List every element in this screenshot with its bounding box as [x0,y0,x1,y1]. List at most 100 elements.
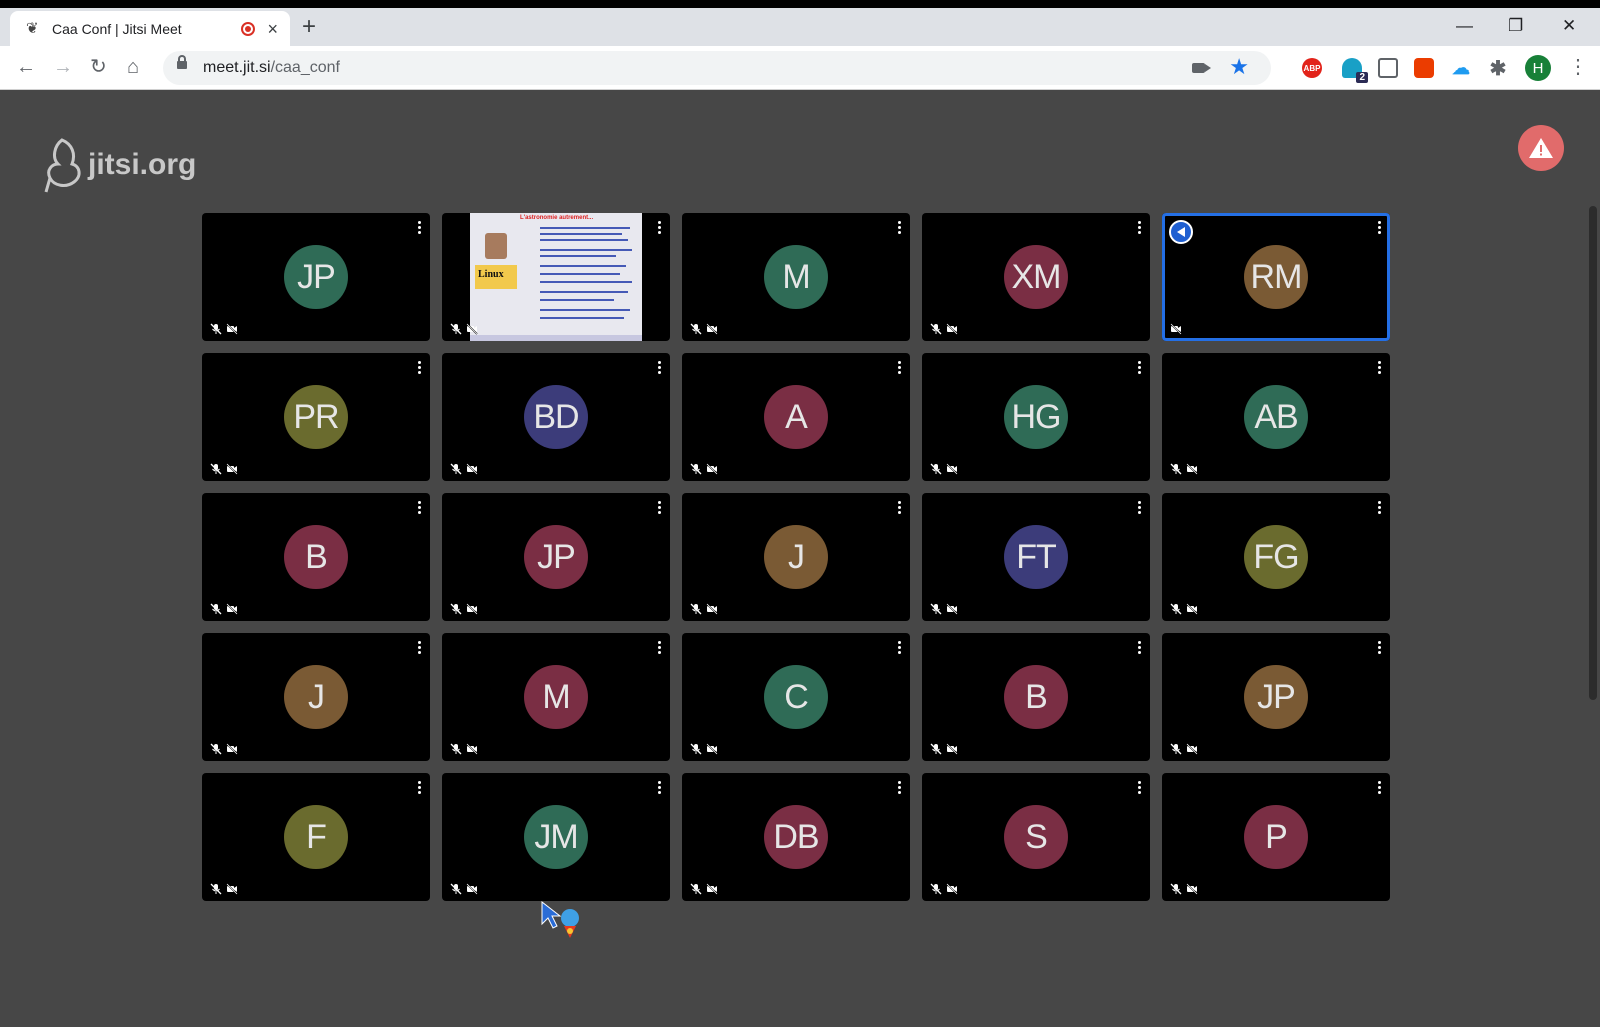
browser-toolbar: ← → ↻ ⌂ meet.jit.si/caa_conf ★ ABP 2 ☁ ✱… [0,46,1600,90]
back-icon[interactable]: ← [16,55,36,79]
more-options-icon[interactable] [418,221,422,235]
more-options-icon[interactable] [1378,501,1382,515]
participant-tile[interactable]: XM [922,213,1150,341]
camera-off-icon [226,463,238,475]
participant-avatar: PR [284,385,348,449]
participant-tile[interactable]: M [682,213,910,341]
mic-muted-icon [450,883,462,895]
more-options-icon[interactable] [898,361,902,375]
camera-permission-icon[interactable] [1192,63,1211,73]
participant-tile[interactable]: B [202,493,430,621]
camera-off-icon [946,883,958,895]
participant-tile[interactable]: HG [922,353,1150,481]
participant-tile[interactable]: JP [442,493,670,621]
participant-avatar: BD [524,385,588,449]
participant-tile[interactable]: AB [1162,353,1390,481]
more-options-icon[interactable] [1138,221,1142,235]
participant-tile[interactable]: S [922,773,1150,901]
more-options-icon[interactable] [418,361,422,375]
participant-tile[interactable]: C [682,633,910,761]
more-options-icon[interactable] [1138,641,1142,655]
more-options-icon[interactable] [1138,501,1142,515]
reload-icon[interactable]: ↻ [90,55,107,79]
participant-avatar: FG [1244,525,1308,589]
participant-tile[interactable]: PR [202,353,430,481]
participant-tile[interactable]: BD [442,353,670,481]
participant-avatar: S [1004,805,1068,869]
browser-menu-icon[interactable]: ⋮ [1568,56,1588,78]
participant-tile[interactable]: F [202,773,430,901]
participant-tile[interactable]: A [682,353,910,481]
participant-avatar: HG [1004,385,1068,449]
more-options-icon[interactable] [898,221,902,235]
more-options-icon[interactable] [1138,781,1142,795]
new-tab-button[interactable]: + [302,15,316,39]
mic-muted-icon [450,743,462,755]
participant-tile[interactable]: M [442,633,670,761]
mic-muted-icon [1170,883,1182,895]
participant-tile[interactable]: RM [1162,213,1390,341]
more-options-icon[interactable] [898,641,902,655]
more-options-icon[interactable] [658,501,662,515]
participant-avatar: JP [284,245,348,309]
participant-avatar: C [764,665,828,729]
camera-off-icon [706,883,718,895]
participant-tile[interactable]: J [682,493,910,621]
more-options-icon[interactable] [658,361,662,375]
participant-tile[interactable]: JP [1162,633,1390,761]
participant-avatar: P [1244,805,1308,869]
camera-off-icon [1186,883,1198,895]
office-extension-icon[interactable] [1414,58,1434,78]
participant-tile[interactable]: JP [202,213,430,341]
more-options-icon[interactable] [1378,781,1382,795]
filmstrip-scrollbar[interactable] [1589,206,1597,700]
participant-tile[interactable]: L'astronomie autrement... Linux [442,213,670,341]
more-options-icon[interactable] [418,641,422,655]
mic-muted-icon [1170,743,1182,755]
more-options-icon[interactable] [658,221,662,235]
participant-avatar: B [284,525,348,589]
more-options-icon[interactable] [1138,361,1142,375]
participant-tile[interactable]: B [922,633,1150,761]
more-options-icon[interactable] [418,501,422,515]
restore-icon[interactable]: ❐ [1508,16,1523,36]
participant-tile[interactable]: FT [922,493,1150,621]
tab-jitsi[interactable]: ❦ Caa Conf | Jitsi Meet × [10,11,290,46]
jitsi-favicon-icon: ❦ [26,19,39,37]
adblock-extension-icon[interactable]: ABP [1302,58,1322,78]
participant-avatar: FT [1004,525,1068,589]
close-tab-icon[interactable]: × [267,20,278,38]
more-options-icon[interactable] [898,501,902,515]
more-options-icon[interactable] [418,781,422,795]
connection-warning-button[interactable] [1518,125,1564,171]
more-options-icon[interactable] [658,781,662,795]
participant-avatar: DB [764,805,828,869]
presenter-photo [485,233,507,259]
bookmark-star-icon[interactable]: ★ [1229,55,1249,79]
mic-muted-icon [450,603,462,615]
participant-avatar: J [284,665,348,729]
more-options-icon[interactable] [1378,361,1382,375]
participant-tile[interactable]: P [1162,773,1390,901]
onedrive-extension-icon[interactable]: ☁ [1451,58,1471,78]
keep-extension-icon[interactable] [1378,58,1398,78]
close-window-icon[interactable]: ✕ [1562,16,1576,36]
more-options-icon[interactable] [1378,641,1382,655]
forward-icon[interactable]: → [53,55,73,79]
ghostery-extension-icon[interactable]: 2 [1342,58,1368,83]
more-options-icon[interactable] [898,781,902,795]
participant-tile[interactable]: FG [1162,493,1390,621]
profile-avatar[interactable]: H [1525,55,1551,81]
participant-avatar: JP [1244,665,1308,729]
participant-tile[interactable]: JM [442,773,670,901]
mic-muted-icon [690,323,702,335]
address-bar[interactable]: meet.jit.si/caa_conf ★ [163,51,1271,85]
home-icon[interactable]: ⌂ [127,55,139,79]
more-options-icon[interactable] [1378,221,1382,235]
more-options-icon[interactable] [658,641,662,655]
extensions-puzzle-icon[interactable]: ✱ [1488,58,1508,80]
minimize-icon[interactable]: — [1456,16,1473,36]
jitsi-logo[interactable]: jitsi.org [42,136,196,194]
participant-tile[interactable]: J [202,633,430,761]
participant-tile[interactable]: DB [682,773,910,901]
